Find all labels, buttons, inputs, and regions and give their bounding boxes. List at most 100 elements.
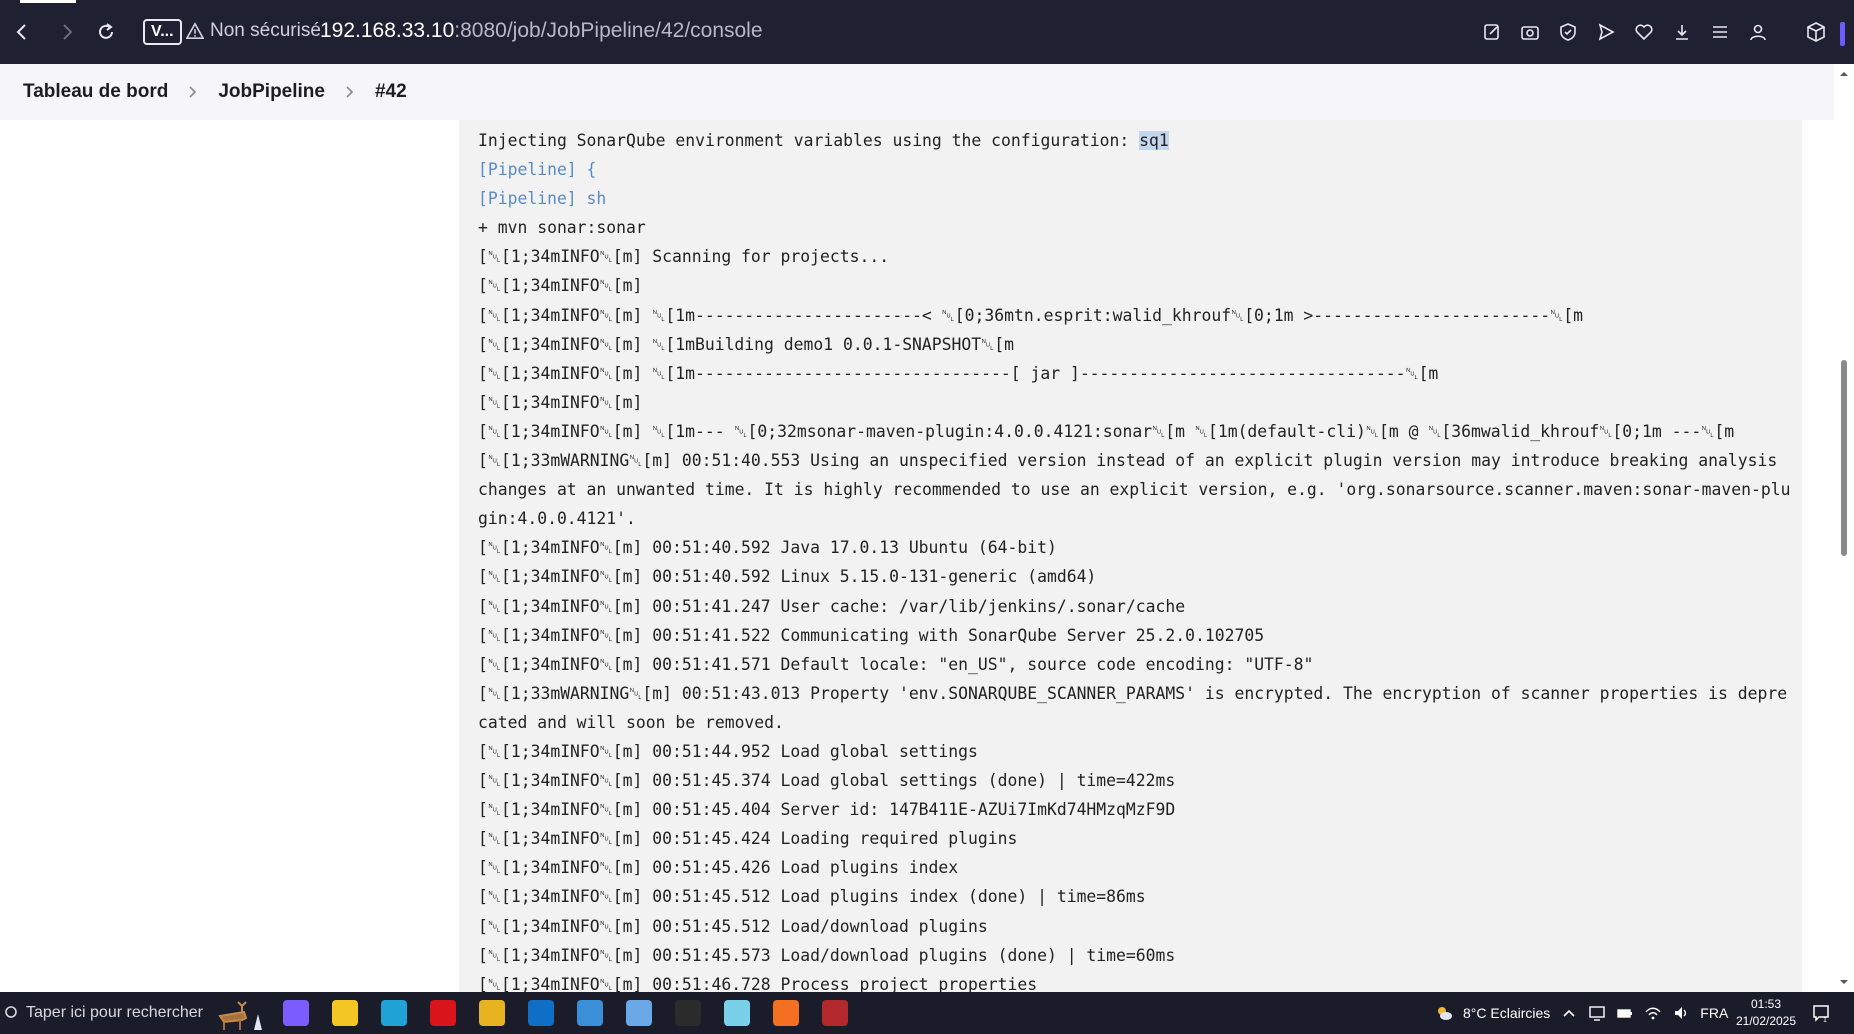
download-icon[interactable] xyxy=(1670,16,1694,48)
reload-button[interactable] xyxy=(90,16,122,48)
screen-icon[interactable] xyxy=(1588,1004,1606,1022)
search-placeholder: Taper ici pour rechercher xyxy=(26,1004,203,1021)
system-tray: 8°C Eclaircies FRA xyxy=(1435,992,1728,1034)
file-explorer-icon xyxy=(332,1000,358,1026)
svg-text:1: 1 xyxy=(1823,1017,1827,1023)
taskbar-app-file-explorer[interactable] xyxy=(325,992,365,1034)
extensions-button[interactable] xyxy=(1800,16,1832,48)
forward-arrow-icon xyxy=(63,24,73,40)
console-line: [␀[1;34mINFO␀[m] ␀[1m-------------------… xyxy=(478,363,1439,383)
selected-text: sq1 xyxy=(1139,131,1169,150)
console-line: [␀[1;34mINFO␀[m] 00:51:45.404 Server id:… xyxy=(478,800,1176,820)
heart-icon[interactable] xyxy=(1632,16,1656,48)
taskbar-app-terminal[interactable] xyxy=(668,992,708,1034)
virtualbox-box-icon xyxy=(626,1000,652,1026)
chevron-up-icon[interactable] xyxy=(1560,1004,1578,1022)
security-label: Non sécurisé xyxy=(210,20,321,41)
notes-icon xyxy=(724,1000,750,1026)
breadcrumb-job[interactable]: JobPipeline xyxy=(218,81,325,103)
console-line: [␀[1;34mINFO␀[m] 00:51:40.592 Java 17.0.… xyxy=(478,538,1057,558)
console-line: [Pipeline] { xyxy=(478,160,597,180)
page-scrollbar[interactable] xyxy=(1834,64,1854,992)
breadcrumb: Tableau de bord JobPipeline #42 xyxy=(0,64,1834,120)
console-line-text: Injecting SonarQube environment variable… xyxy=(478,131,1140,150)
console-line: [Pipeline] sh xyxy=(478,189,607,209)
volume-icon[interactable] xyxy=(1672,1004,1690,1022)
chrome-icon xyxy=(479,1000,505,1026)
taskbar-app-xampp[interactable] xyxy=(766,992,806,1034)
console-line: [␀[1;34mINFO␀[m] 00:51:45.512 Load plugi… xyxy=(478,887,1146,907)
weather-icon[interactable] xyxy=(1435,1004,1453,1022)
back-button[interactable] xyxy=(6,16,38,48)
taskbar-app-virtualbox-box[interactable] xyxy=(619,992,659,1034)
console-line: [␀[1;34mINFO␀[m] 00:51:41.571 Default lo… xyxy=(478,654,1314,674)
cube-icon xyxy=(1807,22,1825,42)
console-line: [␀[1;33mWARNING␀[m] 00:51:40.553 Using a… xyxy=(478,451,1791,529)
taskbar-app-notes[interactable] xyxy=(717,992,757,1034)
back-arrow-icon xyxy=(16,24,26,40)
console-line: [␀[1;34mINFO␀[m] 00:51:45.426 Load plugi… xyxy=(478,858,959,878)
edit-icon[interactable] xyxy=(1480,16,1504,48)
console-line: Injecting SonarQube environment variable… xyxy=(478,126,1792,155)
page-viewport: Tableau de bord JobPipeline #42 Injectin… xyxy=(0,64,1854,992)
outlook-icon xyxy=(528,1000,554,1026)
console-line: + mvn sonar:sonar xyxy=(478,218,646,238)
opera-icon xyxy=(430,1000,456,1026)
console-line: [␀[1;34mINFO␀[m] xyxy=(478,392,643,412)
wifi-icon[interactable] xyxy=(1644,1004,1662,1022)
menu-icon[interactable] xyxy=(1708,16,1732,48)
console-line: [␀[1;34mINFO␀[m] 00:51:44.952 Load globa… xyxy=(478,741,978,761)
taskbar-app-outlook[interactable] xyxy=(521,992,561,1034)
console-line: [␀[1;34mINFO␀[m] 00:51:45.512 Load/downl… xyxy=(478,916,988,936)
taskbar-app-chrome[interactable] xyxy=(472,992,512,1034)
console-lines: Injecting SonarQube environment variable… xyxy=(459,120,1802,992)
taskbar-app-remote-desktop[interactable] xyxy=(570,992,610,1034)
breadcrumb-dashboard[interactable]: Tableau de bord xyxy=(23,81,168,103)
taskbar-app-copilot[interactable] xyxy=(276,992,316,1034)
console-line: [␀[1;34mINFO␀[m] 00:51:40.592 Linux 5.15… xyxy=(478,567,1097,587)
clock-time: 01:53 xyxy=(1750,997,1782,1011)
forward-button[interactable] xyxy=(51,16,83,48)
chevron-right-icon xyxy=(186,85,200,99)
taskbar-apps xyxy=(276,992,855,1034)
clock-date: 21/02/2025 xyxy=(1735,1014,1797,1028)
chevron-right-icon xyxy=(343,85,357,99)
url-host: 192.168.33.10 xyxy=(320,19,455,42)
scrollbar-thumb[interactable] xyxy=(1841,360,1847,556)
reload-icon xyxy=(99,23,113,39)
console-line: [␀[1;34mINFO␀[m] 00:51:46.728 Process pr… xyxy=(478,974,1038,992)
camera-icon[interactable] xyxy=(1518,16,1542,48)
taskbar-app-edge[interactable] xyxy=(374,992,414,1034)
notification-button[interactable]: 1 xyxy=(1808,1000,1834,1026)
site-badge[interactable]: V... xyxy=(143,19,182,45)
security-indicator[interactable]: Non sécurisé xyxy=(186,20,321,42)
profile-icon[interactable] xyxy=(1746,16,1770,48)
address-bar[interactable]: 192.168.33.10:8080/job/JobPipeline/42/co… xyxy=(320,19,763,43)
breadcrumb-build[interactable]: #42 xyxy=(375,81,407,103)
toolbar-icons xyxy=(1480,16,1770,48)
console-line: [␀[1;34mINFO␀[m] ␀[1m--- ␀[0;32msonar-ma… xyxy=(478,421,1735,441)
scroll-up-arrow-icon[interactable] xyxy=(1834,66,1854,82)
console-line: [␀[1;34mINFO␀[m] 00:51:41.247 User cache… xyxy=(478,596,1186,616)
shield-icon[interactable] xyxy=(1556,16,1580,48)
console-line: [␀[1;33mWARNING␀[m] 00:51:43.013 Propert… xyxy=(478,683,1788,732)
windows-taskbar: Taper ici pour rechercher 8°C Eclaircies… xyxy=(0,992,1854,1034)
language-indicator[interactable]: FRA xyxy=(1700,1005,1728,1021)
console-line: [␀[1;34mINFO␀[m] xyxy=(478,276,643,296)
scroll-down-arrow-icon[interactable] xyxy=(1834,974,1854,990)
notification-icon: 1 xyxy=(1813,1005,1829,1023)
send-icon[interactable] xyxy=(1594,16,1618,48)
weather-text[interactable]: 8°C Eclaircies xyxy=(1463,1005,1550,1021)
taskbar-app-winrar[interactable] xyxy=(815,992,855,1034)
remote-desktop-icon xyxy=(577,1000,603,1026)
warning-icon xyxy=(186,22,204,40)
search-icon xyxy=(5,1006,17,1018)
console-line: [␀[1;34mINFO␀[m] 00:51:41.522 Communicat… xyxy=(478,625,1265,645)
console-output: Injecting SonarQube environment variable… xyxy=(459,120,1802,992)
battery-icon[interactable] xyxy=(1616,1004,1634,1022)
xampp-icon xyxy=(773,1000,799,1026)
console-line: [␀[1;34mINFO␀[m] Scanning for projects..… xyxy=(478,247,890,267)
taskbar-clock[interactable]: 01:53 21/02/2025 xyxy=(1734,996,1798,1030)
edge-icon xyxy=(381,1000,407,1026)
taskbar-app-opera[interactable] xyxy=(423,992,463,1034)
